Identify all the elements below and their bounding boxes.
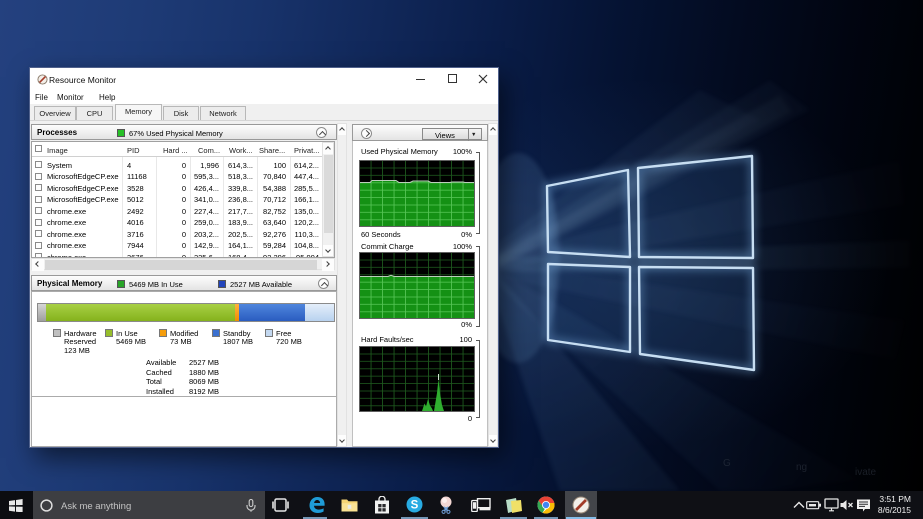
- svg-text:8/6/2015: 8/6/2015: [878, 505, 911, 515]
- svg-text:Ask me anything: Ask me anything: [61, 501, 131, 512]
- svg-text:S: S: [411, 500, 419, 512]
- svg-text:ng: ng: [796, 462, 807, 473]
- svg-text:3:51 PM: 3:51 PM: [879, 494, 911, 504]
- svg-text:G: G: [723, 458, 731, 469]
- svg-text:ivate: ivate: [855, 467, 877, 478]
